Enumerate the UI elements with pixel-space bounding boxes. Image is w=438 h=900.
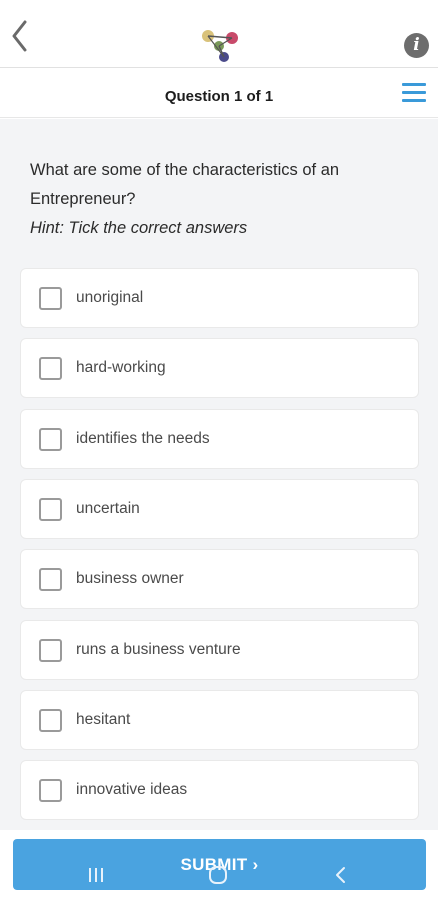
answer-option[interactable]: runs a business venture [20, 620, 419, 680]
checkbox[interactable] [39, 497, 62, 521]
checkbox[interactable] [39, 778, 62, 802]
recent-apps-icon[interactable] [86, 866, 106, 884]
option-label: unoriginal [76, 289, 144, 306]
checkbox[interactable] [39, 356, 62, 380]
app-logo-icon [202, 30, 238, 62]
back-button[interactable] [6, 18, 32, 54]
option-label: innovative ideas [76, 781, 188, 798]
info-icon: i [413, 35, 420, 55]
option-label: runs a business venture [76, 641, 241, 658]
top-bar: i [0, 0, 438, 68]
home-icon[interactable] [207, 864, 229, 886]
answer-option[interactable]: hesitant [20, 690, 419, 750]
chevron-left-icon [12, 20, 27, 52]
question-text: What are some of the characteristics of … [30, 161, 340, 208]
answer-option[interactable]: uncertain [20, 479, 419, 539]
answer-option[interactable]: innovative ideas [20, 760, 419, 820]
question-hint: Hint: Tick the correct answers [30, 219, 248, 237]
answer-option[interactable]: identifies the needs [20, 409, 419, 469]
option-label: identifies the needs [76, 430, 210, 447]
system-back-icon[interactable] [333, 865, 349, 885]
checkbox[interactable] [39, 638, 62, 662]
option-label: hard-working [76, 359, 166, 376]
question-counter: Question 1 of 1 [164, 88, 274, 105]
answer-option[interactable]: unoriginal [20, 268, 419, 328]
footer: SUBMIT › [0, 830, 438, 900]
answer-option[interactable]: hard-working [20, 338, 419, 398]
info-button[interactable]: i [404, 33, 429, 58]
hamburger-menu-icon [402, 83, 426, 86]
checkbox[interactable] [39, 567, 62, 591]
menu-button[interactable] [402, 83, 426, 103]
answer-option[interactable]: business owner [20, 549, 419, 609]
option-label: hesitant [76, 711, 131, 728]
checkbox[interactable] [39, 286, 62, 310]
option-label: business owner [76, 570, 184, 587]
option-label: uncertain [76, 500, 140, 517]
checkbox[interactable] [39, 708, 62, 732]
question-content: What are some of the characteristics of … [0, 119, 438, 830]
submit-button[interactable]: SUBMIT › [13, 839, 426, 890]
question-header: Question 1 of 1 [0, 69, 438, 118]
checkbox[interactable] [39, 427, 62, 451]
